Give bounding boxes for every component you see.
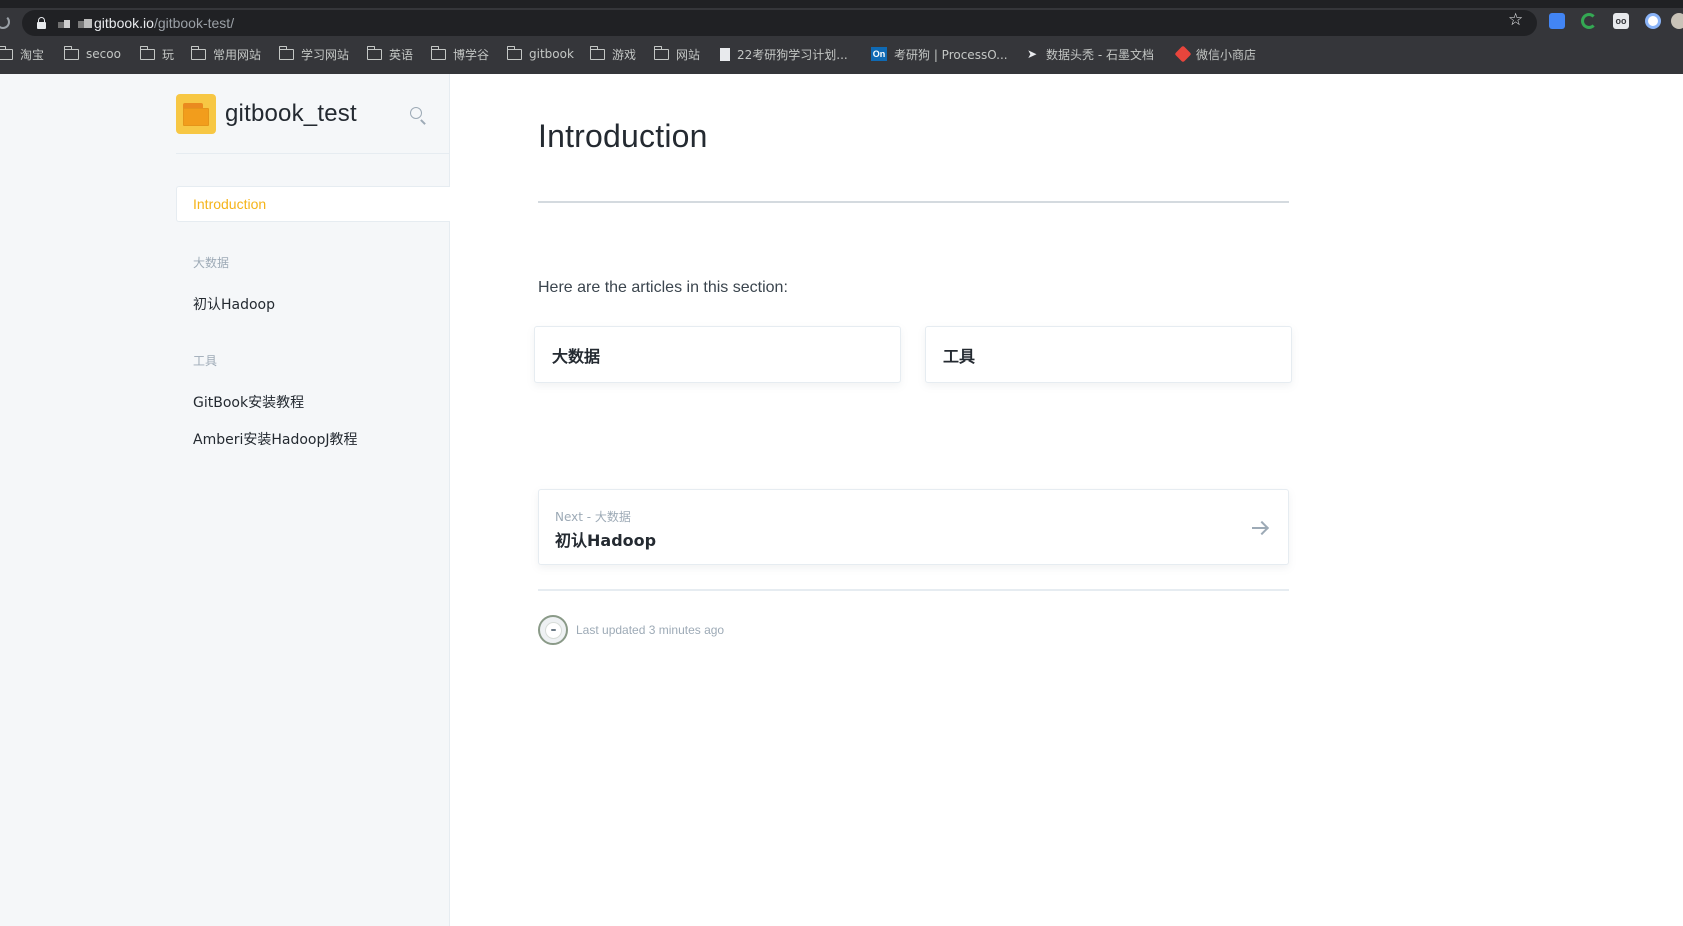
- folder-icon: [63, 45, 79, 60]
- bookmark-shimo[interactable]: ➤ 数据头秃 - 石墨文档: [1027, 45, 1154, 63]
- next-title: 初认Hadoop: [555, 531, 657, 550]
- bookmark-games[interactable]: 游戏: [589, 45, 637, 63]
- bookmark-secoo[interactable]: secoo: [63, 45, 121, 63]
- space-brand[interactable]: gitbook_test: [176, 94, 357, 134]
- document-icon: [720, 47, 730, 61]
- folder-icon: [0, 45, 13, 60]
- profile-avatar-icon[interactable]: [1671, 13, 1683, 29]
- article-card-bigdata[interactable]: 大数据: [534, 326, 901, 383]
- last-updated-text: Last updated 3 minutes ago: [576, 623, 725, 637]
- bookmark-study-plan[interactable]: 22考研狗学习计划...: [720, 45, 848, 63]
- bookmark-study-sites[interactable]: 学习网站: [278, 45, 350, 63]
- redacted-pixels: [64, 20, 70, 28]
- folder-icon: [366, 45, 382, 60]
- divider: [538, 201, 1289, 203]
- page-title: Introduction: [538, 118, 708, 154]
- bookmark-label: 常用网站: [213, 47, 262, 62]
- sidebar-item-label: Introduction: [193, 196, 267, 212]
- browser-chrome: gitbook.io/gitbook-test/ ☆ oo 淘宝 secoo 玩…: [0, 0, 1683, 74]
- bookmark-english[interactable]: 英语: [366, 45, 414, 63]
- extension-pen-icon[interactable]: [1549, 13, 1565, 29]
- sidebar-item-introduction[interactable]: Introduction: [176, 186, 450, 222]
- arrow-right-icon: [1250, 518, 1270, 538]
- wechat-store-icon: [1174, 45, 1192, 63]
- bookmark-sites[interactable]: 网站: [653, 45, 701, 63]
- extension-oo-icon[interactable]: oo: [1613, 13, 1629, 29]
- bookmark-common-sites[interactable]: 常用网站: [190, 45, 262, 63]
- divider: [176, 153, 450, 154]
- sidebar-item-amberi-hadoop[interactable]: Amberi安装HadoopJ教程: [193, 429, 358, 449]
- folder-icon: [278, 45, 294, 60]
- bookmark-label: 英语: [389, 47, 414, 62]
- url-text[interactable]: gitbook.io/gitbook-test/: [94, 15, 234, 31]
- bookmark-label: 学习网站: [301, 47, 350, 62]
- bookmark-processon[interactable]: On 考研狗 | ProcessO...: [871, 45, 1008, 63]
- sidebar-item-hadoop-intro[interactable]: 初认Hadoop: [193, 294, 275, 314]
- shimo-icon: ➤: [1027, 47, 1038, 61]
- processon-icon: On: [871, 47, 887, 61]
- bookmark-label: secoo: [86, 47, 121, 61]
- bookmark-taobao[interactable]: 淘宝: [0, 45, 44, 63]
- divider: [538, 589, 1289, 591]
- article-card-tools[interactable]: 工具: [925, 326, 1292, 383]
- sidebar-group-heading: 大数据: [193, 256, 230, 270]
- bookmark-label: 玩: [162, 47, 175, 62]
- folder-icon: [430, 45, 446, 60]
- sidebar-group-heading: 工具: [193, 354, 218, 368]
- folder-icon: [589, 45, 605, 60]
- space-title: gitbook_test: [225, 100, 357, 127]
- bookmark-boxuegu[interactable]: 博学谷: [430, 45, 490, 63]
- next-label: Next - 大数据: [555, 510, 631, 524]
- bookmark-star-icon[interactable]: ☆: [1508, 10, 1523, 30]
- bookmark-label: gitbook: [529, 47, 574, 61]
- folder-icon: [653, 45, 669, 60]
- bookmark-label: 淘宝: [20, 47, 45, 62]
- card-title: 工具: [943, 346, 976, 366]
- extension-ring-icon[interactable]: [1645, 13, 1661, 29]
- folder-icon: [139, 45, 155, 60]
- next-page-link[interactable]: Next - 大数据 初认Hadoop: [538, 489, 1289, 565]
- redacted-pixels: [84, 19, 92, 28]
- bookmark-label: 数据头秃 - 石墨文档: [1046, 47, 1154, 62]
- address-bar[interactable]: gitbook.io/gitbook-test/: [22, 10, 1537, 36]
- lock-icon[interactable]: [37, 17, 46, 29]
- bookmark-gitbook[interactable]: gitbook: [506, 45, 574, 63]
- toolbar: gitbook.io/gitbook-test/ ☆ oo: [0, 8, 1683, 38]
- bookmark-label: 考研狗 | ProcessO...: [894, 47, 1008, 62]
- bookmark-play[interactable]: 玩: [139, 45, 175, 63]
- bookmarks-bar: 淘宝 secoo 玩 常用网站 学习网站 英语 博学谷 gitbook 游戏 网…: [0, 42, 1683, 66]
- bookmark-label: 游戏: [612, 47, 637, 62]
- section-intro-text: Here are the articles in this section:: [538, 279, 788, 296]
- bookmark-label: 网站: [676, 47, 701, 62]
- folder-icon: [506, 45, 522, 60]
- sidebar-item-gitbook-install[interactable]: GitBook安装教程: [193, 392, 304, 412]
- tab-strip: [0, 0, 1683, 8]
- bookmark-label: 博学谷: [453, 47, 490, 62]
- extension-refresh-icon[interactable]: [1581, 13, 1597, 29]
- search-icon[interactable]: [409, 106, 427, 125]
- bookmark-wechat-store[interactable]: 微信小商店: [1174, 45, 1257, 63]
- card-title: 大数据: [552, 346, 601, 366]
- bookmark-label: 22考研狗学习计划...: [737, 47, 848, 62]
- folder-icon: [190, 45, 206, 60]
- folder-logo-icon: [176, 94, 216, 134]
- reload-icon[interactable]: [0, 15, 10, 29]
- author-avatar[interactable]: [538, 615, 568, 645]
- bookmark-label: 微信小商店: [1196, 47, 1257, 62]
